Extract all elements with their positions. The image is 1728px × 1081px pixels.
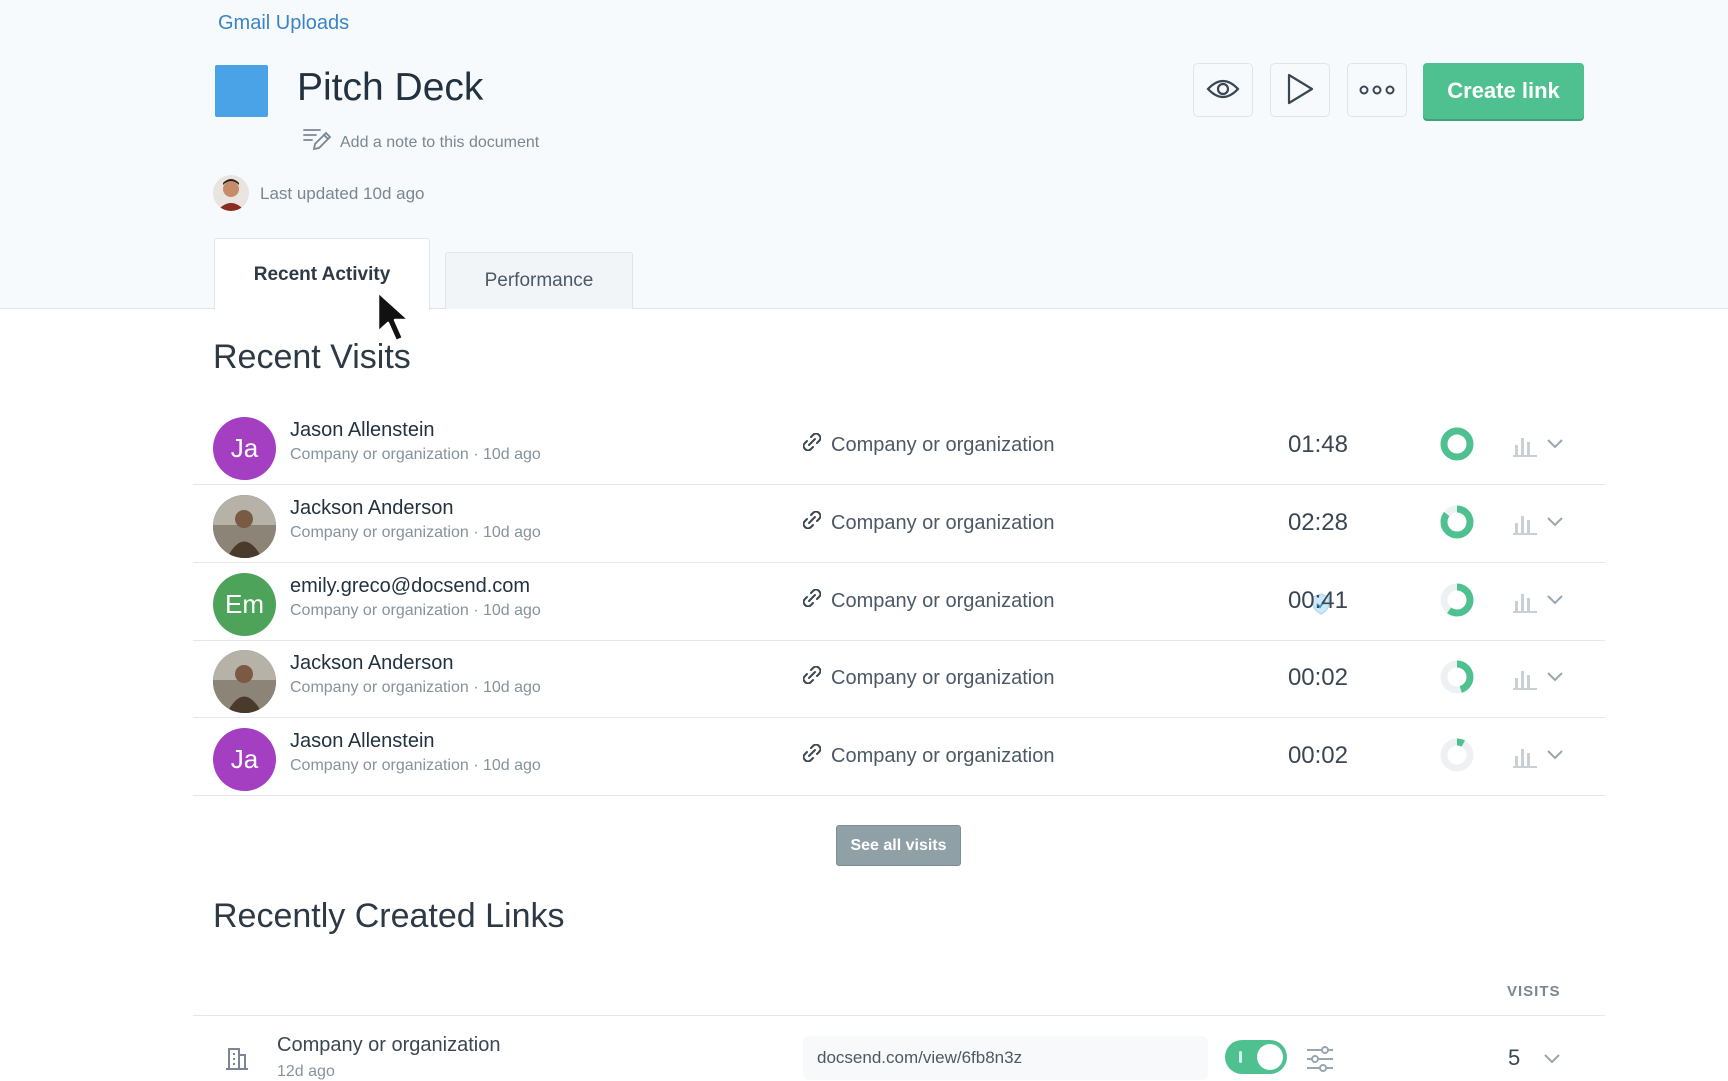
tab-performance[interactable]: Performance [445, 252, 633, 309]
link-row[interactable]: Company or organization 12d ago docsend.… [193, 1015, 1605, 1081]
add-note[interactable]: Add a note to this document [302, 125, 539, 160]
link-icon [802, 432, 822, 457]
bar-chart-icon[interactable] [1513, 668, 1537, 695]
bar-chart-icon[interactable] [1513, 435, 1537, 462]
more-dots-icon [1359, 83, 1395, 98]
document-thumbnail [215, 65, 268, 117]
visit-row[interactable]: Jackson Anderson Company or organization … [193, 640, 1605, 718]
preview-button[interactable] [1193, 63, 1253, 117]
completion-ring [1438, 658, 1476, 701]
visitor-name[interactable]: emily.greco@docsend.com [290, 575, 530, 598]
bar-chart-icon[interactable] [1513, 513, 1537, 540]
link-settings-icon[interactable] [1305, 1044, 1335, 1079]
link-name: Company or organization [277, 1034, 501, 1056]
visitor-avatar: Ja [213, 417, 276, 480]
visit-link-label: Company or organization [831, 744, 1055, 767]
visit-link[interactable]: Company or organization [802, 510, 1055, 535]
recent-links-title: Recently Created Links [213, 897, 565, 935]
separator-dot: · [468, 524, 483, 541]
visit-link[interactable]: Company or organization [802, 743, 1055, 768]
link-url[interactable]: docsend.com/view/6fb8n3z [803, 1036, 1208, 1080]
present-button[interactable] [1270, 63, 1330, 117]
completion-ring [1438, 581, 1476, 624]
more-options-button[interactable] [1347, 63, 1407, 117]
link-icon [802, 588, 822, 613]
visitor-org: Company or organization [290, 524, 469, 541]
bar-chart-icon[interactable] [1513, 746, 1537, 773]
chevron-down-icon[interactable] [1546, 593, 1564, 611]
separator-dot: · [468, 446, 483, 463]
visitor-name[interactable]: Jackson Anderson [290, 652, 453, 675]
visitor-meta: Company or organization · 10d ago [290, 757, 541, 775]
visit-age: 10d ago [482, 524, 541, 541]
separator-dot: · [468, 757, 483, 774]
visits-column-header: VISITS [1507, 983, 1561, 1000]
link-icon [802, 665, 822, 690]
building-icon [225, 1045, 249, 1076]
link-icon [802, 743, 822, 768]
visit-link-label: Company or organization [831, 433, 1055, 456]
chevron-down-icon[interactable] [1546, 437, 1564, 455]
visitor-org: Company or organization [290, 446, 469, 463]
visit-row[interactable]: Em emily.greco@docsend.com Company or orga… [193, 563, 1605, 641]
visit-age: 10d ago [482, 679, 541, 696]
chevron-down-icon[interactable] [1546, 670, 1564, 688]
chevron-down-icon[interactable] [1546, 515, 1564, 533]
visit-duration: 00:02 [1287, 742, 1348, 769]
play-icon [1286, 73, 1314, 108]
visitor-org: Company or organization [290, 602, 469, 619]
completion-ring [1438, 425, 1476, 468]
see-all-visits-button[interactable]: See all visits [836, 825, 961, 866]
owner-avatar [213, 175, 249, 211]
visit-duration: 02:28 [1287, 509, 1348, 536]
visit-age: 10d ago [482, 757, 541, 774]
add-note-text: Add a note to this document [340, 133, 540, 151]
separator-dot: · [468, 679, 483, 696]
visitor-name[interactable]: Jason Allenstein [290, 419, 435, 442]
visitor-avatar: Em [213, 573, 276, 636]
visitor-meta: Company or organization · 10d ago [290, 446, 541, 464]
visitor-name[interactable]: Jackson Anderson [290, 497, 453, 520]
chevron-down-icon[interactable] [1543, 1052, 1561, 1070]
create-link-button[interactable]: Create link [1423, 63, 1584, 119]
visit-row[interactable]: Ja Jason Allenstein Company or organizatio… [193, 407, 1605, 485]
visit-age: 10d ago [482, 602, 541, 619]
visit-row[interactable]: Ja Jason Allenstein Company or organizatio… [193, 718, 1605, 796]
visitor-avatar: Ja [213, 728, 276, 791]
visit-link-label: Company or organization [831, 666, 1055, 689]
visit-link[interactable]: Company or organization [802, 432, 1055, 457]
visitor-avatar [213, 495, 276, 558]
visitor-meta: Company or organization · 10d ago [290, 679, 541, 697]
visitor-meta: Company or organization · 10d ago [290, 524, 541, 542]
visitor-meta: Company or organization · 10d ago [290, 602, 541, 620]
visit-link[interactable]: Company or organization [802, 588, 1055, 613]
separator-dot: · [468, 602, 483, 619]
visitor-org: Company or organization [290, 757, 469, 774]
visit-duration: 00:02 [1287, 664, 1348, 691]
link-icon [802, 510, 822, 535]
link-age: 12d ago [277, 1063, 335, 1080]
visit-duration: 01:48 [1287, 431, 1348, 458]
chevron-down-icon[interactable] [1546, 748, 1564, 766]
completion-ring [1438, 736, 1476, 779]
last-updated: Last updated 10d ago [260, 184, 425, 203]
completion-ring [1438, 503, 1476, 546]
visitor-avatar [213, 650, 276, 713]
link-enabled-toggle[interactable] [1225, 1040, 1287, 1074]
bar-chart-icon[interactable] [1513, 591, 1537, 618]
visit-row[interactable]: Jackson Anderson Company or organization … [193, 485, 1605, 563]
visitor-name[interactable]: Jason Allenstein [290, 730, 435, 753]
breadcrumb-folder[interactable]: Gmail Uploads [218, 12, 349, 35]
visit-age: 10d ago [482, 446, 541, 463]
edit-note-icon [302, 125, 332, 160]
recent-visits-title: Recent Visits [213, 338, 411, 376]
visit-duration: 00:41 [1287, 587, 1348, 614]
visitor-org: Company or organization [290, 679, 469, 696]
eye-icon [1206, 78, 1240, 103]
visit-link[interactable]: Company or organization [802, 665, 1055, 690]
visit-link-label: Company or organization [831, 589, 1055, 612]
link-visit-count: 5 [1508, 1045, 1521, 1070]
visit-link-label: Company or organization [831, 511, 1055, 534]
page-title: Pitch Deck [297, 66, 484, 109]
